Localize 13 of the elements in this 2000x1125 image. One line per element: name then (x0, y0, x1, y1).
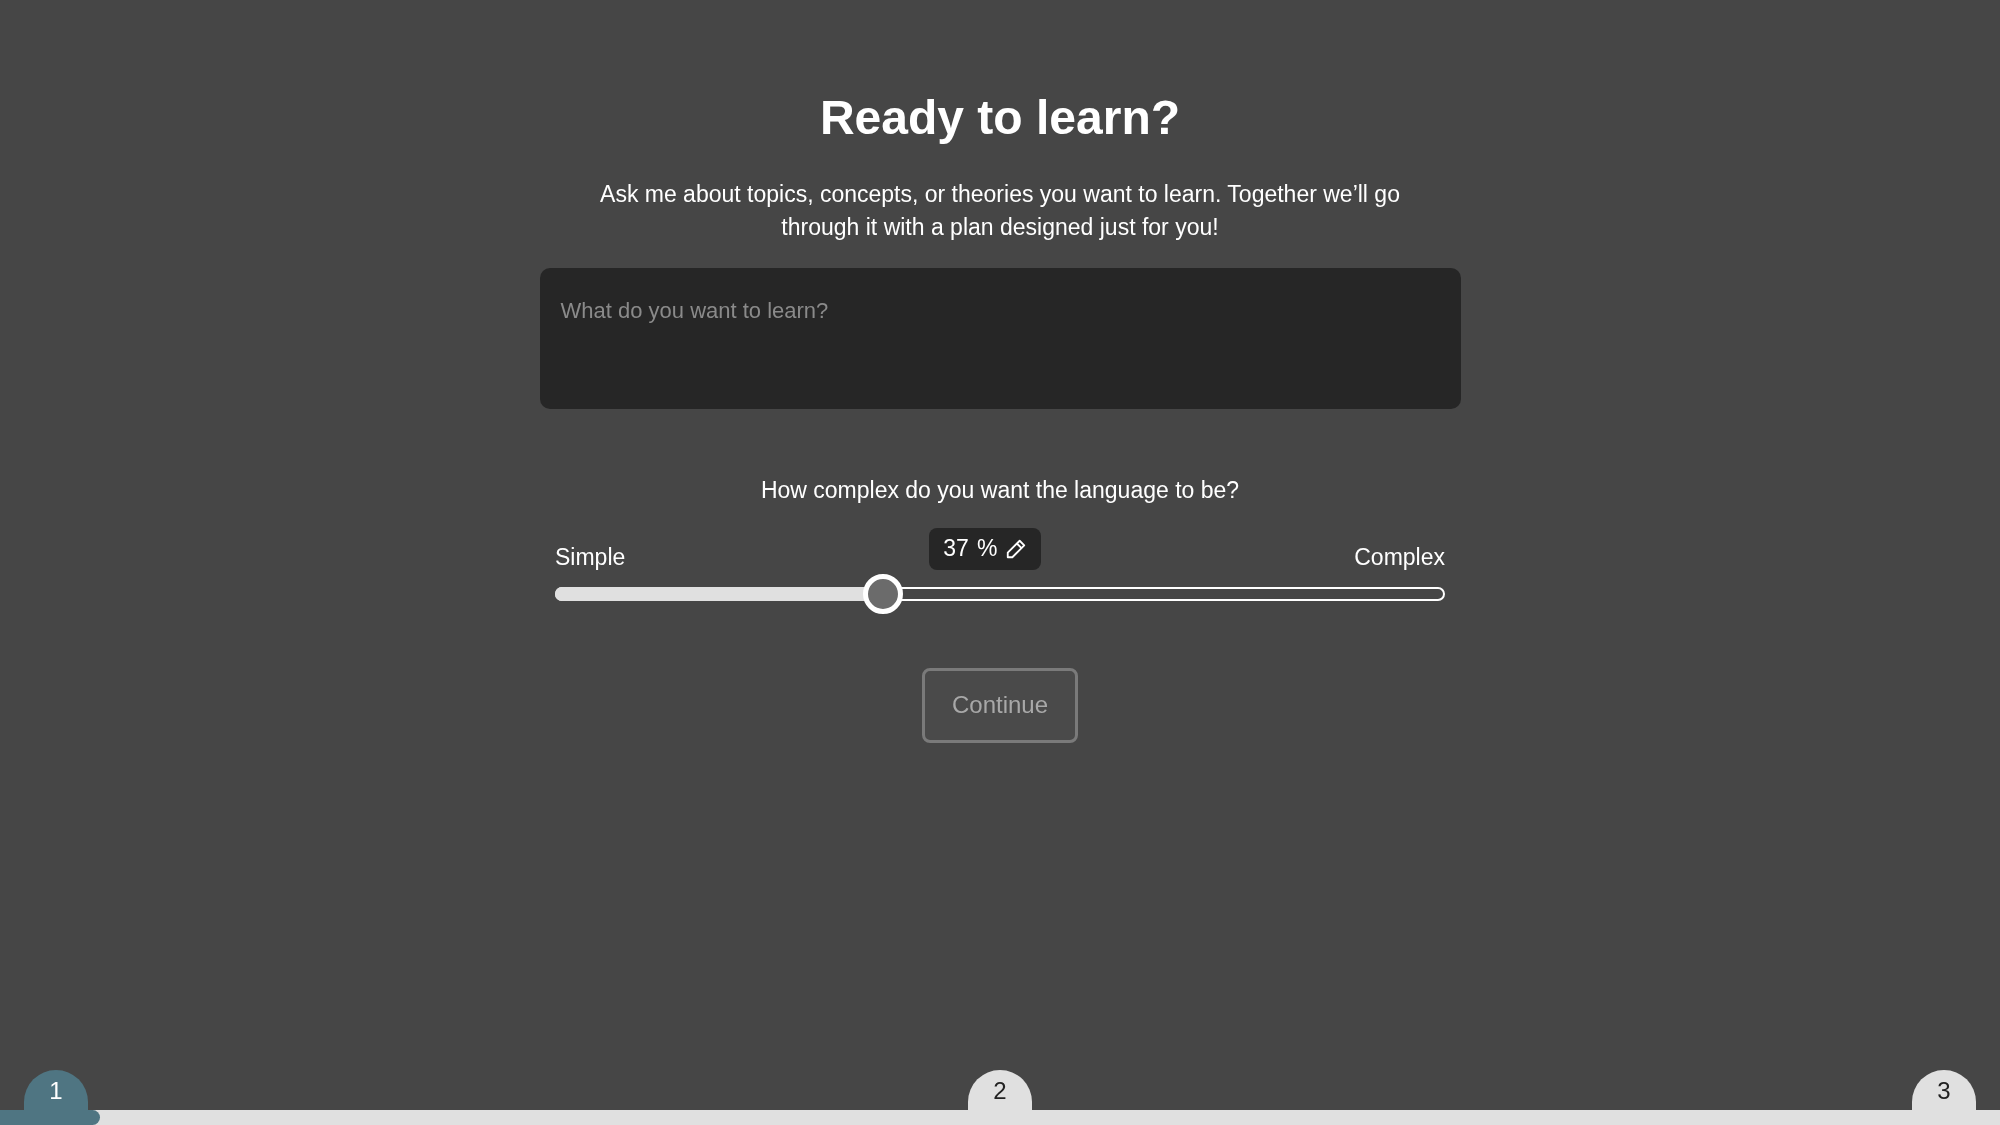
intro-paragraph: Ask me about topics, concepts, or theories you want to learn. Together we’ll go through it with a plan designed just for you! (599, 180, 1401, 242)
step-tab[interactable]: 1 (24, 1070, 88, 1110)
pencil-icon (1005, 537, 1028, 560)
slider-track[interactable] (555, 586, 1445, 601)
value-badge[interactable]: 37 % (929, 527, 1042, 570)
step-tab[interactable]: 3 (1912, 1070, 1976, 1110)
topic-input-field[interactable]: What do you want to learn? (539, 268, 1461, 409)
simple-label: Simple (555, 542, 626, 572)
step-tab[interactable]: 2 (968, 1070, 1032, 1110)
complex-label: Complex (1354, 542, 1445, 572)
page-title: Ready to learn? (819, 90, 1181, 146)
complexity-question: How complex do you want the language to be? (760, 476, 1240, 505)
slider-thumb[interactable] (862, 573, 903, 614)
